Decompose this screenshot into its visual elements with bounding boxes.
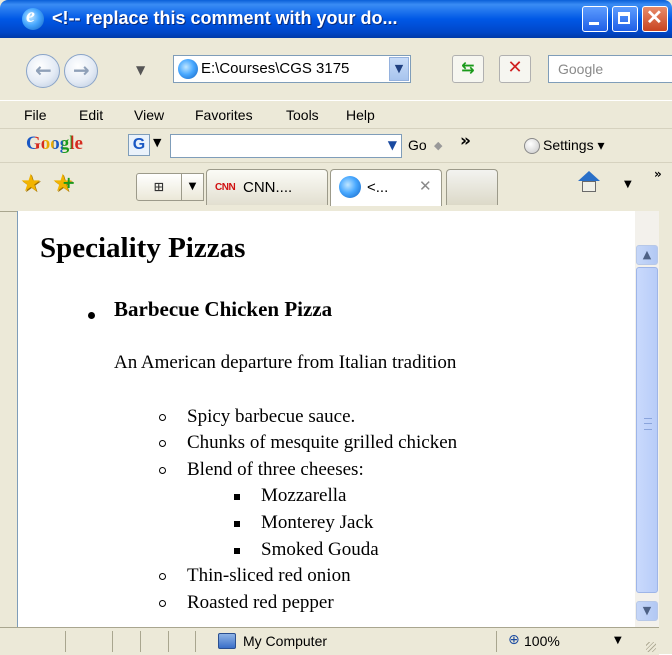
back-button[interactable]: ← xyxy=(26,54,60,88)
status-bar: My Computer ⊕ 100% ▼ xyxy=(0,627,659,655)
page-icon xyxy=(178,59,198,79)
pizza-name: Barbecue Chicken Pizza xyxy=(114,297,333,321)
google-menu-dropdown[interactable]: ▼ xyxy=(153,136,161,149)
tab-label: CNN.... xyxy=(243,179,293,196)
scroll-up-button[interactable]: ▲ xyxy=(636,245,658,265)
status-divider xyxy=(496,631,497,652)
menu-bar: File Edit View Favorites Tools Help xyxy=(0,100,672,129)
zoom-icon[interactable]: ⊕ xyxy=(508,632,520,648)
menu-favorites[interactable]: Favorites xyxy=(195,107,253,123)
settings-button[interactable]: Settings ▾ xyxy=(543,137,605,154)
chevron-down-icon[interactable]: ▼ xyxy=(388,138,397,152)
list-bullet xyxy=(88,312,95,319)
menu-view[interactable]: View xyxy=(134,107,164,123)
close-button[interactable]: ✕ xyxy=(642,6,668,32)
forward-button[interactable]: → xyxy=(64,54,98,88)
tab-label: <... xyxy=(367,179,389,196)
add-favorites-icon[interactable]: ★ xyxy=(52,169,75,197)
browser-window: <!-- replace this comment with your do..… xyxy=(0,0,672,655)
quick-tabs-button[interactable]: ⊞ xyxy=(136,173,182,201)
back-arrow-icon: ← xyxy=(35,58,52,82)
home-dropdown[interactable]: ▼ xyxy=(624,179,632,190)
toolbar-grip-icon: ◆ xyxy=(434,139,443,152)
tab-close-icon[interactable]: ✕ xyxy=(419,177,432,195)
google-toolbar: Google G ▼ ▼ Go ◆ » Settings ▾ xyxy=(0,128,672,163)
maximize-icon xyxy=(618,12,630,24)
recent-pages-dropdown[interactable]: ▼ xyxy=(136,63,145,77)
tab-bar: ★ ★ ⊞ ▼ CNN CNN.... <... ✕ ▼ » xyxy=(0,162,672,212)
search-placeholder: Google xyxy=(558,61,604,77)
security-zone: My Computer xyxy=(243,633,328,649)
google-menu-icon[interactable]: G xyxy=(128,134,150,156)
google-logo-text: Google xyxy=(26,133,83,154)
menu-tools[interactable]: Tools xyxy=(286,107,319,123)
address-dropdown-button[interactable]: ▼ xyxy=(389,57,409,81)
cnn-icon: CNN xyxy=(215,182,236,193)
favorites-star-icon[interactable]: ★ xyxy=(20,169,42,197)
refresh-button[interactable]: ⇆ xyxy=(452,55,484,83)
status-divider xyxy=(168,631,169,652)
status-divider xyxy=(112,631,113,652)
minimize-button[interactable] xyxy=(582,6,608,32)
settings-label: Settings xyxy=(543,137,594,153)
window-title: <!-- replace this comment with your do..… xyxy=(52,8,398,28)
google-go-button[interactable]: Go xyxy=(408,137,427,153)
menu-help[interactable]: Help xyxy=(346,107,375,123)
page-content: Speciality Pizzas Barbecue Chicken Pizza… xyxy=(17,211,636,627)
status-divider xyxy=(195,631,196,652)
computer-icon xyxy=(218,633,236,649)
command-bar-overflow-button[interactable]: » xyxy=(654,167,662,181)
google-search-input[interactable]: ▼ xyxy=(170,134,402,158)
settings-icon xyxy=(524,138,540,154)
scroll-thumb[interactable] xyxy=(636,267,658,593)
ie-icon xyxy=(339,176,361,198)
ie-logo-icon xyxy=(22,5,44,30)
zoom-dropdown[interactable]: ▼ xyxy=(614,635,622,646)
pizza-description: An American departure from Italian tradi… xyxy=(114,352,457,373)
zoom-level[interactable]: 100% xyxy=(524,633,560,649)
address-url[interactable]: E:\Courses\CGS 3175 xyxy=(201,60,349,77)
tab-list-dropdown[interactable]: ▼ xyxy=(182,173,204,201)
window-frame xyxy=(659,211,672,654)
vertical-scrollbar[interactable]: ▲ ▼ xyxy=(635,211,659,627)
page-heading: Speciality Pizzas xyxy=(40,232,246,264)
tab-cnn[interactable]: CNN CNN.... xyxy=(206,169,328,205)
google-logo: Google xyxy=(26,133,83,155)
minimize-icon xyxy=(589,22,599,25)
address-toolbar: ← → ▼ E:\Courses\CGS 3175 ▼ ⇆ ✕ Google xyxy=(0,38,672,100)
scroll-down-button[interactable]: ▼ xyxy=(636,601,658,621)
close-icon: ✕ xyxy=(646,7,663,29)
forward-arrow-icon: → xyxy=(73,58,90,82)
title-bar[interactable]: <!-- replace this comment with your do..… xyxy=(0,0,672,38)
address-bar[interactable]: E:\Courses\CGS 3175 ▼ xyxy=(173,55,411,83)
stop-button[interactable]: ✕ xyxy=(499,55,531,83)
status-divider xyxy=(65,631,66,652)
menu-edit[interactable]: Edit xyxy=(79,107,103,123)
resize-grip-icon[interactable] xyxy=(646,642,656,652)
status-divider xyxy=(140,631,141,652)
search-input[interactable]: Google xyxy=(548,55,672,83)
new-tab-button[interactable] xyxy=(446,169,498,205)
maximize-button[interactable] xyxy=(612,6,638,32)
toolbar-overflow-button[interactable]: » xyxy=(460,131,471,151)
grip-icon xyxy=(644,418,652,430)
menu-file[interactable]: File xyxy=(24,107,47,123)
home-icon[interactable] xyxy=(578,171,600,193)
tab-current[interactable]: <... ✕ xyxy=(330,169,442,206)
